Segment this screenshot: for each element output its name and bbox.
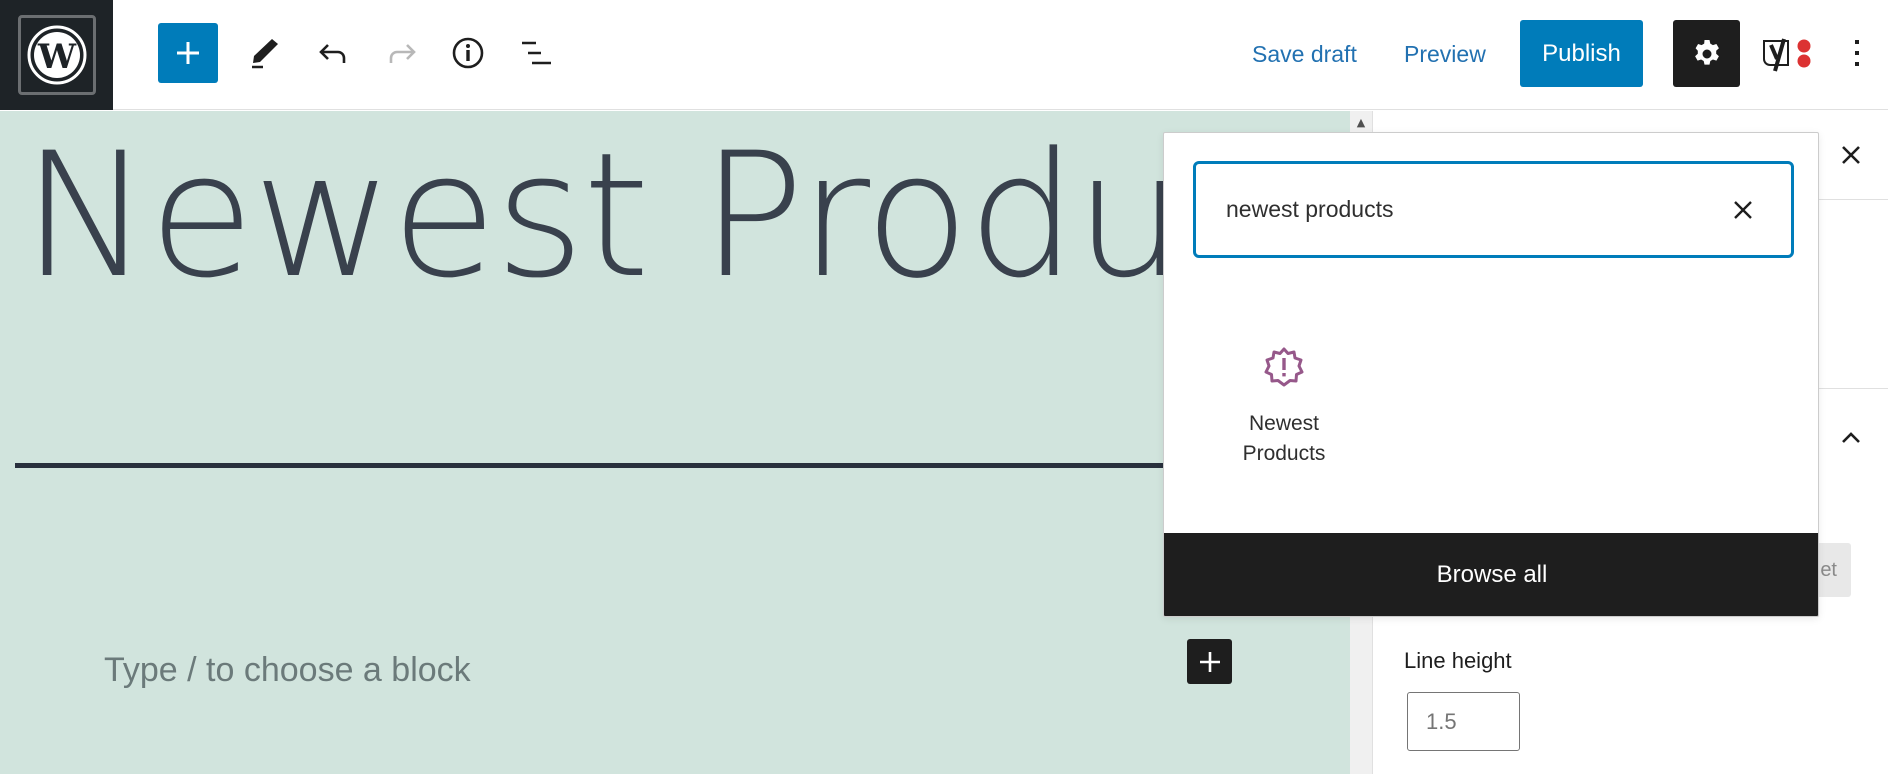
block-result-newest-products[interactable]: Newest Products [1213, 333, 1355, 483]
clear-search-button[interactable] [1721, 188, 1765, 232]
close-icon [1734, 201, 1752, 219]
redo-button[interactable] [376, 27, 428, 79]
redo-icon [389, 44, 416, 63]
list-view-button[interactable] [511, 27, 563, 79]
list-view-icon [522, 41, 551, 65]
plus-icon [177, 42, 199, 64]
panel-toggle-button[interactable] [1829, 416, 1873, 460]
scroll-up-arrow-icon[interactable]: ▲ [1350, 111, 1372, 133]
editor-header: W Save draft Preview Publish [0, 0, 1888, 110]
separator-block[interactable] [15, 463, 1350, 468]
default-block-appender[interactable]: Type / to choose a block [104, 651, 471, 690]
undo-button[interactable] [307, 27, 359, 79]
editor-canvas: Newest Products Type / to choose a block [0, 111, 1350, 774]
more-vertical-icon [1855, 40, 1859, 66]
block-inserter-toggle[interactable] [158, 23, 218, 83]
block-result-label: Newest Products [1242, 412, 1326, 465]
wordpress-logo-frame: W [17, 15, 96, 95]
publish-button[interactable]: Publish [1520, 20, 1643, 87]
close-icon [1842, 146, 1860, 164]
settings-button[interactable] [1673, 20, 1740, 87]
post-title[interactable]: Newest Products [22, 121, 1350, 310]
line-height-input[interactable] [1407, 692, 1520, 751]
close-sidebar-button[interactable] [1829, 133, 1873, 177]
plus-icon [1199, 651, 1220, 672]
quick-inserter-popover: Newest Products Browse all [1163, 132, 1819, 617]
details-button[interactable] [442, 27, 494, 79]
line-height-label: Line height [1404, 648, 1512, 673]
info-icon [452, 37, 484, 69]
edit-tool-button[interactable] [238, 27, 290, 79]
svg-text:W: W [36, 37, 76, 77]
badge-exclamation-icon [1264, 347, 1304, 387]
browse-all-button[interactable]: Browse all [1164, 533, 1818, 616]
save-draft-button[interactable]: Save draft [1252, 32, 1357, 76]
block-search-input[interactable] [1226, 164, 1706, 255]
yoast-seo-button[interactable] [1758, 27, 1820, 79]
gear-icon [1694, 39, 1719, 65]
preview-button[interactable]: Preview [1404, 32, 1486, 76]
chevron-up-icon [1842, 432, 1860, 443]
block-appender-button[interactable] [1187, 639, 1232, 684]
result-icon-wrap [1262, 345, 1306, 389]
undo-icon [319, 44, 346, 63]
wordpress-logo-button[interactable]: W [0, 0, 113, 110]
options-button[interactable] [1835, 27, 1879, 79]
pencil-icon [252, 39, 278, 69]
yoast-icon [1763, 38, 1811, 72]
wordpress-icon: W [27, 25, 86, 85]
block-search [1193, 161, 1794, 258]
